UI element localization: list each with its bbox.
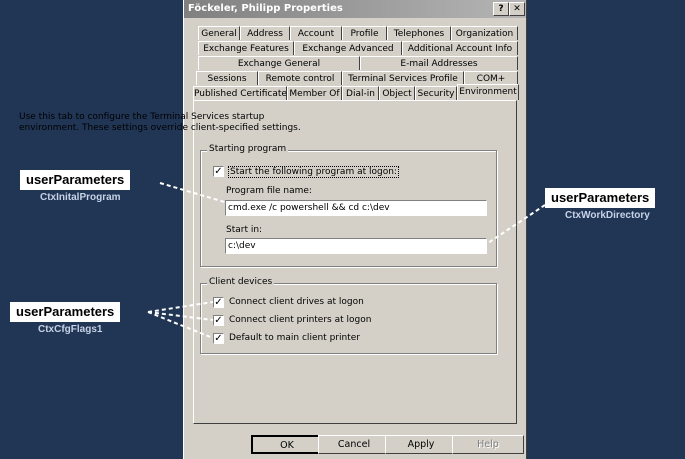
annotation-lines bbox=[147, 182, 546, 339]
annotation-initial-program-sub: CtxInitalProgram bbox=[40, 192, 121, 203]
annotation-initial-program-title: userParameters bbox=[20, 170, 131, 190]
tab-environment[interactable]: Environment bbox=[457, 84, 519, 100]
annotation-line-default-printer bbox=[147, 311, 214, 339]
annotation-line-drives bbox=[147, 301, 214, 313]
annotation-work-directory-sub: CtxWorkDirectory bbox=[565, 210, 650, 221]
annotation-cfgflags-sub: CtxCfgFlags1 bbox=[38, 324, 103, 335]
annotation-cfgflags-title: userParameters bbox=[10, 302, 121, 322]
annotation-line-initial-program bbox=[159, 182, 229, 204]
annotation-line-work-directory bbox=[487, 204, 546, 244]
annotation-work-directory-title: userParameters bbox=[545, 188, 656, 208]
